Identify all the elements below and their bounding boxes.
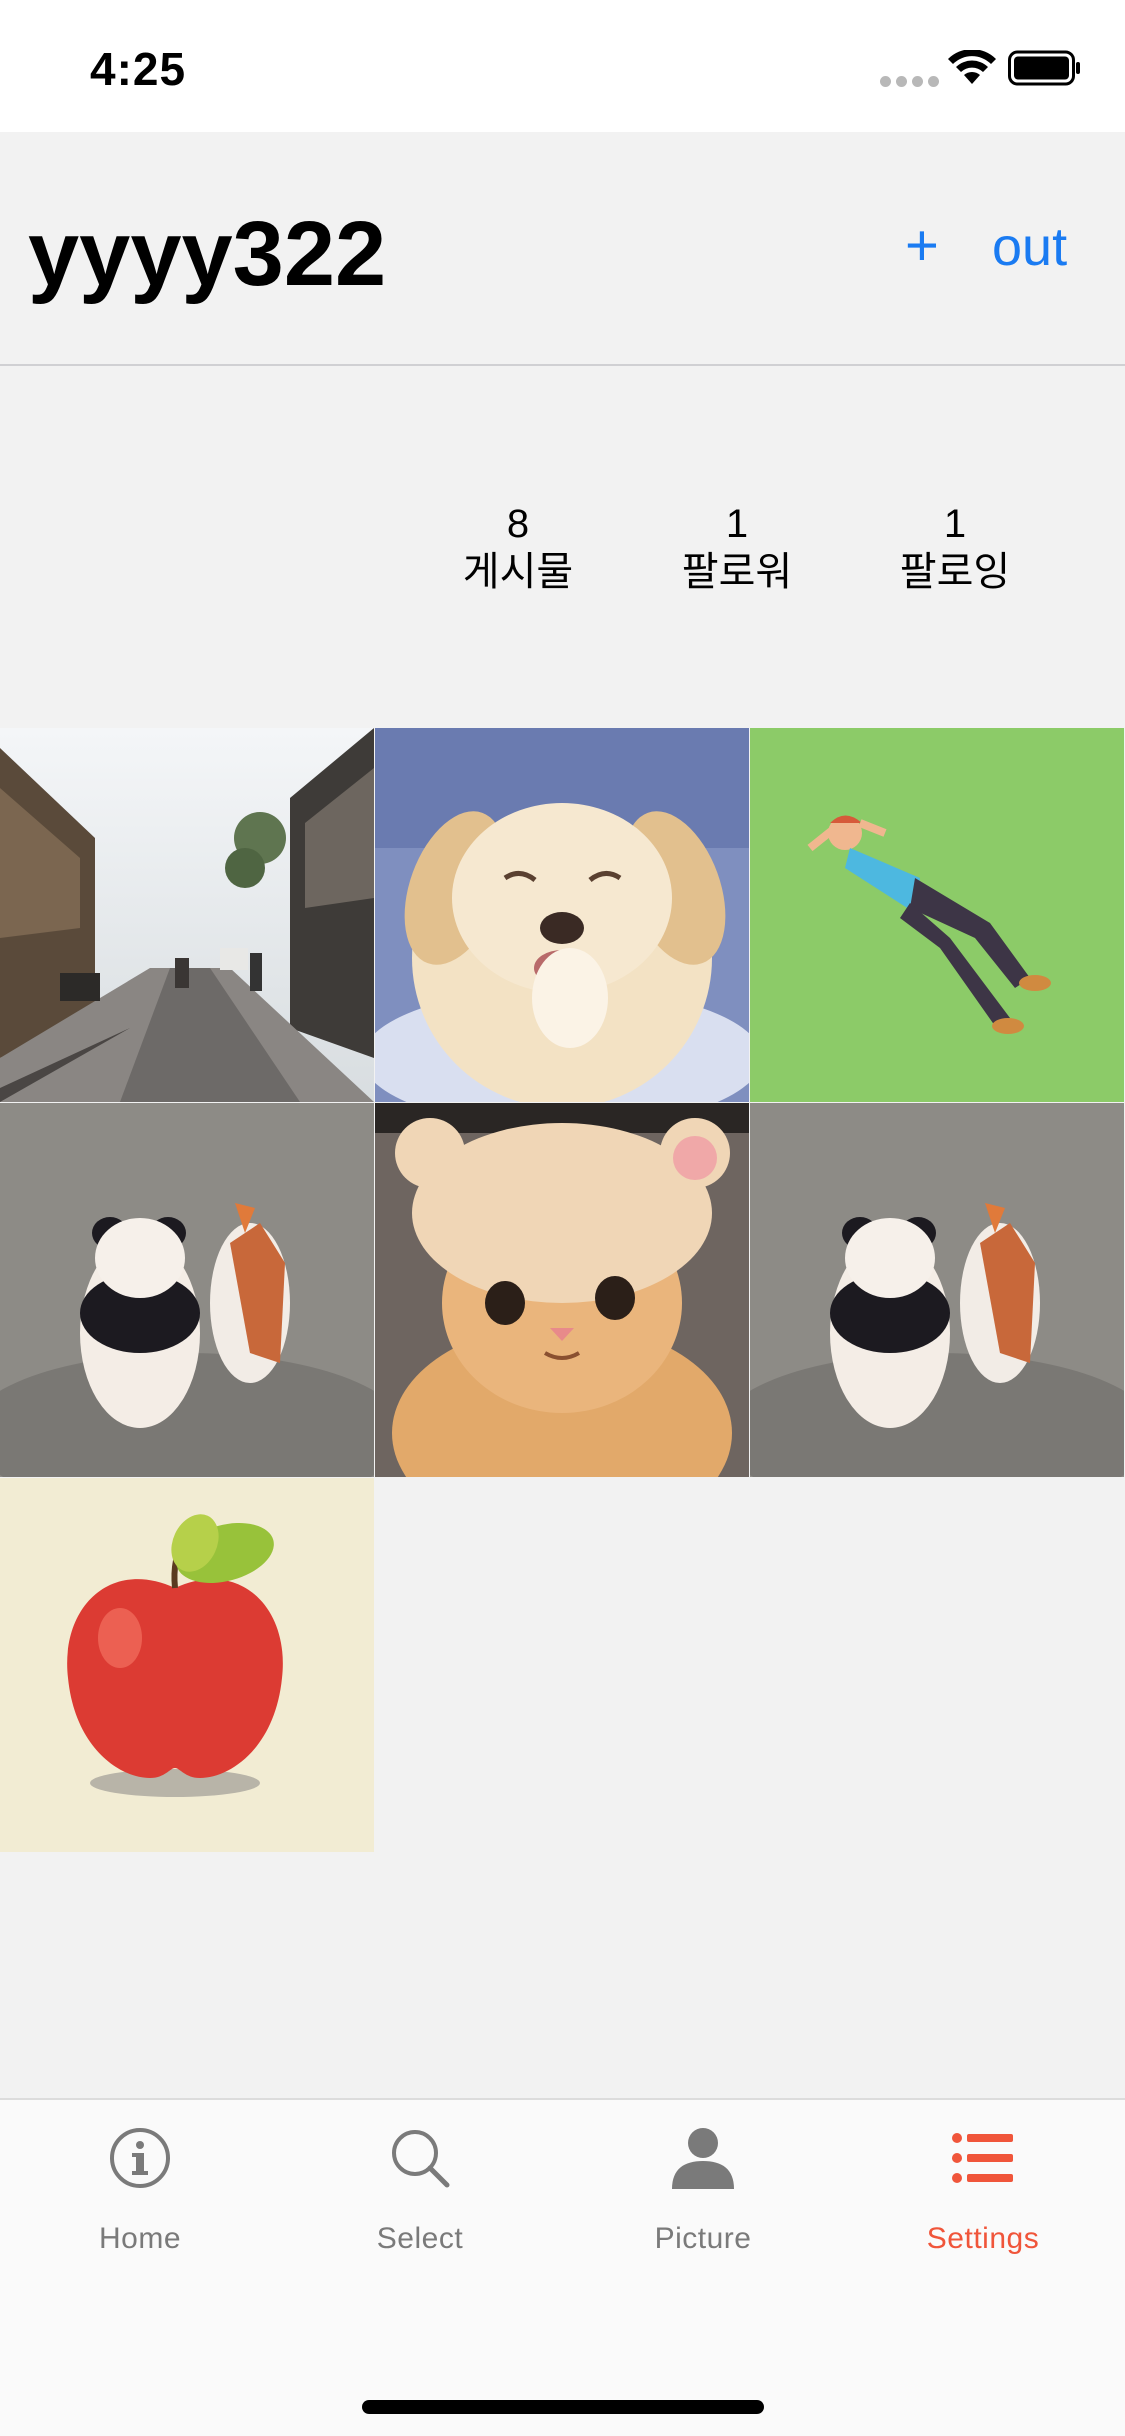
tab-picture-label: Picture — [654, 2222, 752, 2255]
followers-count[interactable]: 1 팔로워 — [657, 500, 817, 596]
tab-settings[interactable]: Settings — [883, 2118, 1083, 2256]
photo-thumbnail-street[interactable] — [0, 728, 374, 1102]
followers-count-value: 1 — [725, 502, 749, 546]
page-title: yyyy322 — [28, 203, 387, 305]
photo-grid — [0, 728, 1125, 1853]
tab-home-label: Home — [98, 2222, 182, 2255]
profile-content: 8 게시물 1 팔로워 1 팔로잉 — [0, 366, 1125, 2098]
following-count-value: 1 — [943, 502, 967, 546]
photo-thumbnail-apple[interactable] — [0, 1478, 374, 1852]
cellular-signal-icon — [880, 76, 939, 87]
add-post-button[interactable]: + — [905, 212, 939, 279]
photo-thumbnail-cat-bear-hat[interactable] — [375, 1103, 749, 1477]
wifi-icon — [948, 50, 996, 84]
photo-thumbnail-puppy[interactable] — [375, 728, 749, 1102]
nav-header: yyyy322 + out — [0, 132, 1125, 366]
tab-home[interactable]: Home — [40, 2118, 240, 2256]
followers-count-label: 팔로워 — [681, 550, 793, 594]
person-icon — [672, 2128, 734, 2189]
info-icon — [110, 2128, 170, 2188]
photo-thumbnail-man-on-grass[interactable] — [750, 728, 1124, 1102]
search-icon — [392, 2130, 450, 2188]
posts-count-value: 8 — [506, 502, 530, 546]
battery-icon — [1008, 50, 1080, 86]
status-bar: 4:25 — [0, 0, 1125, 132]
tab-settings-label: Settings — [926, 2222, 1040, 2255]
following-count-label: 팔로잉 — [899, 550, 1011, 594]
photo-thumbnail-panda-cat-2[interactable] — [750, 1103, 1124, 1477]
tab-select[interactable]: Select — [320, 2118, 520, 2256]
photo-thumbnail-panda-cat[interactable] — [0, 1103, 374, 1477]
posts-count-label: 게시물 — [462, 550, 574, 594]
tab-picture[interactable]: Picture — [603, 2118, 803, 2256]
following-count[interactable]: 1 팔로잉 — [875, 500, 1035, 596]
posts-count: 8 게시물 — [438, 500, 598, 596]
logout-button[interactable]: out — [992, 216, 1067, 278]
tab-select-label: Select — [376, 2222, 464, 2255]
status-time: 4:25 — [90, 43, 187, 95]
home-indicator[interactable] — [362, 2400, 764, 2414]
list-icon — [952, 2133, 1013, 2183]
tab-bar: Home Select Picture Settings — [0, 2098, 1125, 2436]
